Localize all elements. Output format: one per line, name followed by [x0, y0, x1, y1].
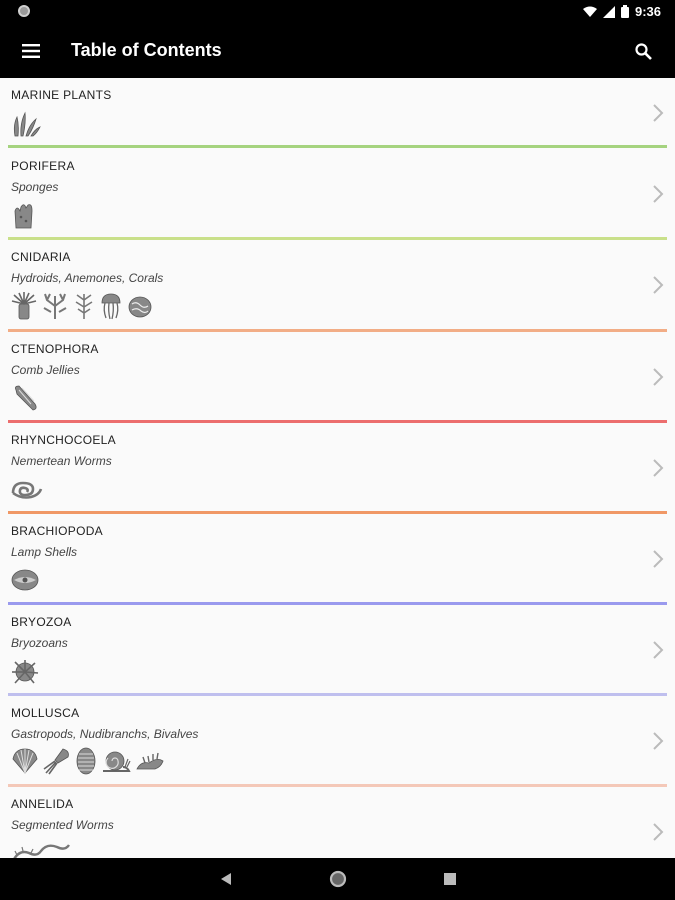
coral-icon	[43, 293, 67, 319]
seaweed-icon	[13, 111, 41, 137]
section-subtitle: Comb Jellies	[11, 363, 80, 377]
section-marine-plants[interactable]: MARINE PLANTS	[0, 78, 675, 149]
section-subtitle: Nemertean Worms	[11, 454, 112, 468]
brain-coral-icon	[128, 296, 152, 318]
squid-icon	[43, 748, 69, 775]
section-subtitle: Gastropods, Nudibranchs, Bivalves	[11, 727, 199, 741]
chevron-right-icon	[653, 459, 664, 477]
home-button[interactable]	[328, 869, 348, 889]
status-bar: 9:36	[0, 0, 675, 24]
section-divider	[8, 237, 667, 240]
annelid-icon	[13, 844, 70, 858]
anemone-icon	[11, 292, 37, 320]
section-divider	[8, 145, 667, 148]
section-porifera[interactable]: PORIFERA Sponges	[0, 149, 675, 241]
chevron-right-icon	[653, 276, 664, 294]
nudibranch-icon	[136, 752, 164, 770]
section-cnidaria[interactable]: CNIDARIA Hydroids, Anemones, Corals	[0, 241, 675, 332]
section-subtitle: Sponges	[11, 180, 59, 194]
system-navigation-bar	[0, 858, 675, 900]
jellyfish-icon	[101, 293, 121, 320]
search-icon	[634, 42, 652, 60]
section-title: MARINE PLANTS	[11, 88, 112, 102]
back-triangle-icon	[221, 873, 231, 885]
snail-icon	[103, 751, 131, 772]
chevron-right-icon	[653, 641, 664, 659]
hamburger-icon	[22, 44, 40, 58]
menu-button[interactable]	[14, 35, 48, 67]
status-time: 9:36	[634, 4, 661, 19]
status-icons: 9:36	[582, 4, 661, 19]
page-title: Table of Contents	[71, 40, 222, 60]
section-title: ANNELIDA	[11, 797, 74, 811]
app-bar: Table of Contents	[0, 24, 675, 78]
lamp-shell-icon	[11, 569, 39, 591]
notification-icon	[18, 5, 30, 17]
section-annelida[interactable]: ANNELIDA Segmented Worms	[0, 787, 675, 858]
wifi-icon	[582, 6, 597, 17]
section-title: MOLLUSCA	[11, 706, 80, 720]
section-ctenophora[interactable]: CTENOPHORA Comb Jellies	[0, 332, 675, 423]
hydroid-icon	[75, 294, 93, 319]
section-title: RHYNCHOCOELA	[11, 433, 116, 447]
section-title: BRACHIOPODA	[11, 524, 103, 538]
chevron-right-icon	[653, 823, 664, 841]
chevron-right-icon	[653, 185, 664, 203]
search-button[interactable]	[627, 35, 659, 67]
back-button[interactable]	[216, 869, 236, 889]
home-circle-icon	[329, 870, 347, 888]
section-mollusca[interactable]: MOLLUSCA Gastropods, Nudibranchs, Bivalv…	[0, 696, 675, 787]
recents-square-icon	[444, 873, 456, 885]
section-rhynchocoela[interactable]: RHYNCHOCOELA Nemertean Worms	[0, 423, 675, 514]
chevron-right-icon	[653, 368, 664, 386]
battery-icon	[620, 5, 629, 18]
worm-icon	[11, 481, 43, 499]
sponge-icon	[14, 204, 33, 229]
chevron-right-icon	[653, 104, 664, 122]
bryozoan-icon	[12, 660, 39, 684]
recents-button[interactable]	[440, 869, 460, 889]
chevron-right-icon	[653, 550, 664, 568]
section-title: CTENOPHORA	[11, 342, 99, 356]
table-of-contents-list[interactable]: MARINE PLANTS PORIFERA Sponges CNIDARIA …	[0, 78, 675, 858]
scallop-icon	[12, 748, 38, 774]
section-bryozoa[interactable]: BRYOZOA Bryozoans	[0, 605, 675, 696]
comb-jelly-icon	[15, 385, 37, 411]
section-title: CNIDARIA	[11, 250, 71, 264]
section-subtitle: Segmented Worms	[11, 818, 114, 832]
section-title: BRYOZOA	[11, 615, 72, 629]
section-title: PORIFERA	[11, 159, 75, 173]
section-brachiopoda[interactable]: BRACHIOPODA Lamp Shells	[0, 514, 675, 605]
chevron-right-icon	[653, 732, 664, 750]
section-subtitle: Lamp Shells	[11, 545, 78, 559]
signal-icon	[602, 5, 615, 18]
section-subtitle: Hydroids, Anemones, Corals	[11, 271, 164, 285]
section-subtitle: Bryozoans	[11, 636, 68, 650]
chiton-icon	[76, 747, 96, 775]
